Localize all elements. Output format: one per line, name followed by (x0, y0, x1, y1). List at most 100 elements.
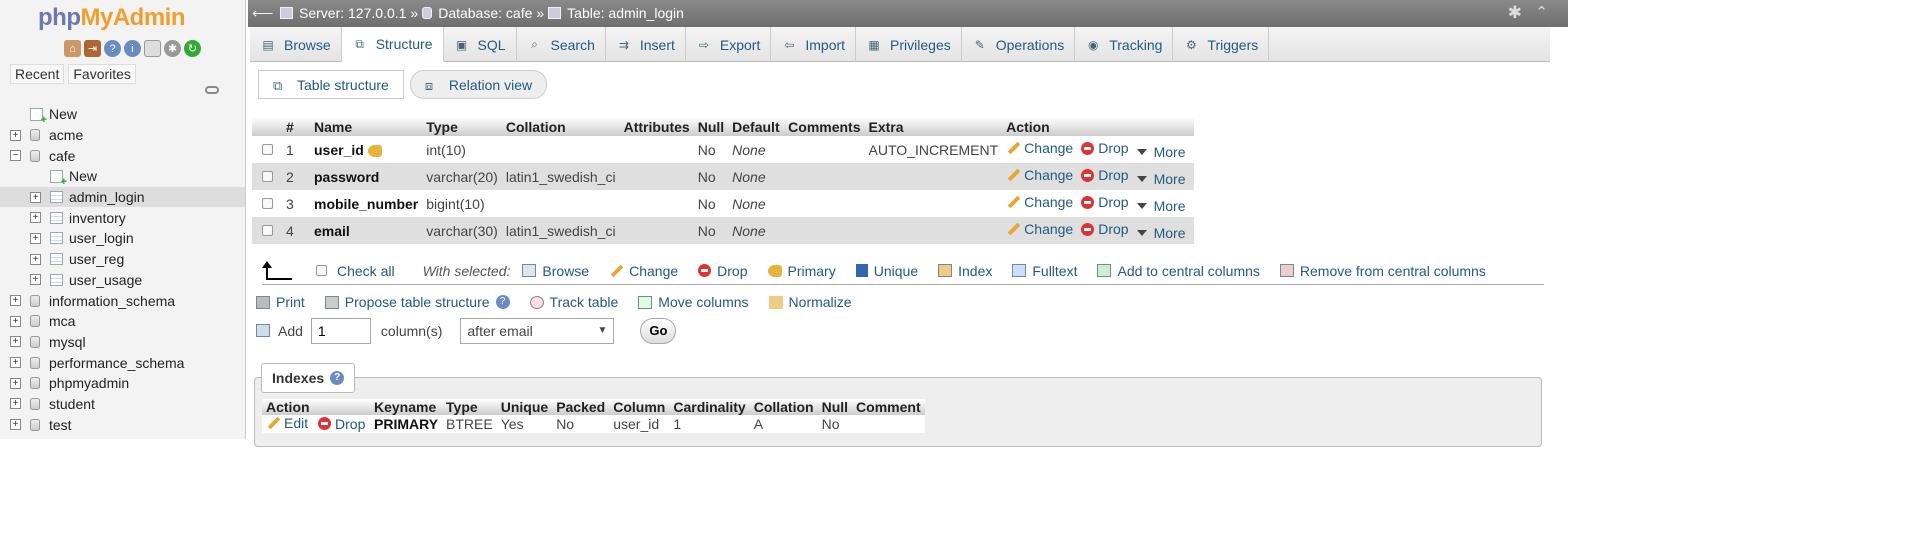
tree-label[interactable]: New (69, 168, 97, 184)
ws-browse-button[interactable]: Browse (522, 263, 589, 279)
tree-label[interactable]: phpmyadmin (49, 375, 129, 391)
expand-icon[interactable]: + (30, 232, 41, 244)
tab-sql[interactable]: ▣ SQL (444, 27, 517, 62)
relation-view-tab[interactable]: ⧈ Relation view (409, 70, 548, 99)
normalize-link[interactable]: Normalize (768, 294, 852, 310)
tree-label[interactable]: information_schema (49, 293, 175, 309)
index-drop-button[interactable]: Drop (318, 416, 365, 432)
tree-label[interactable]: student (49, 396, 95, 412)
row-checkbox[interactable] (261, 143, 273, 155)
tree-label[interactable]: cafe (49, 148, 75, 164)
header-name[interactable]: Name (310, 117, 423, 136)
tab-insert[interactable]: ⇉ Insert (606, 27, 686, 62)
tree-item-test[interactable]: + test (0, 414, 245, 435)
phpmyadmin-logo[interactable]: phpMyAdmin (38, 4, 185, 32)
change-button[interactable]: Change (1006, 140, 1073, 156)
drop-button[interactable]: Drop (1081, 140, 1129, 156)
more-button[interactable]: More (1136, 171, 1185, 187)
tree-label[interactable]: mysql (49, 334, 86, 350)
tree-label[interactable]: user_login (69, 230, 134, 246)
check-all-checkbox[interactable] (316, 265, 327, 276)
tab-export[interactable]: ⇨ Export (686, 27, 772, 62)
expand-icon[interactable]: + (10, 398, 21, 410)
tree-item-performance-schema[interactable]: + performance_schema (0, 352, 245, 373)
expand-icon[interactable]: + (10, 336, 21, 348)
expand-icon[interactable]: + (10, 315, 21, 327)
index-edit-button[interactable]: Edit (266, 415, 308, 431)
reload-icon[interactable]: ↻ (184, 40, 201, 57)
drop-button[interactable]: Drop (1081, 194, 1129, 210)
tree-label[interactable]: performance_schema (49, 355, 184, 371)
tree-item-admin-login[interactable]: + admin_login (0, 186, 245, 208)
tree-label[interactable]: admin_login (69, 189, 145, 205)
gear-icon[interactable]: ✱ (164, 40, 181, 57)
more-button[interactable]: More (1136, 144, 1185, 160)
tab-triggers[interactable]: ⚙ Triggers (1173, 27, 1270, 62)
tab-search[interactable]: ⌕ Search (517, 27, 606, 62)
docs-icon[interactable]: i (124, 40, 141, 57)
link-icon[interactable] (205, 86, 219, 94)
ws-primary-button[interactable]: Primary (767, 263, 836, 279)
tree-item-mca[interactable]: + mca (0, 311, 245, 332)
tree-label[interactable]: acme (49, 127, 83, 143)
go-button[interactable]: Go (640, 317, 677, 344)
collapse-icon[interactable]: − (10, 150, 21, 162)
header-extra[interactable]: Extra (864, 117, 1003, 136)
tree-label[interactable]: New (49, 106, 77, 122)
check-all-label[interactable]: Check all (337, 263, 395, 279)
page-icon[interactable] (144, 40, 161, 57)
expand-icon[interactable]: + (10, 377, 21, 389)
collapse-top-icon[interactable]: ⌃ (1535, 3, 1548, 21)
change-button[interactable]: Change (1006, 194, 1073, 210)
tree-item-mysql[interactable]: + mysql (0, 332, 245, 353)
ws-remove-central-button[interactable]: Remove from central columns (1279, 263, 1486, 279)
tree-item-inventory[interactable]: + inventory (0, 207, 245, 228)
column-position-select[interactable]: after email ▼ (460, 317, 615, 344)
change-button[interactable]: Change (1006, 167, 1073, 183)
move-columns-link[interactable]: Move columns (638, 294, 749, 310)
ws-unique-button[interactable]: Unique (855, 263, 918, 279)
ws-drop-button[interactable]: Drop (698, 263, 748, 279)
tab-structure[interactable]: ⧉ Structure (341, 27, 444, 62)
tree-item-user-reg[interactable]: + user_reg (0, 249, 245, 270)
tree-label[interactable]: inventory (69, 210, 126, 226)
tree-label[interactable]: user_usage (69, 272, 142, 288)
ws-add-central-button[interactable]: Add to central columns (1097, 263, 1260, 279)
expand-icon[interactable]: + (10, 357, 21, 369)
ws-fulltext-button[interactable]: Fulltext (1012, 263, 1077, 279)
tab-tracking[interactable]: ◉ Tracking (1075, 27, 1174, 62)
home-icon[interactable]: ⌂ (64, 40, 81, 57)
help-icon[interactable]: ? (330, 371, 345, 385)
expand-icon[interactable]: + (30, 212, 41, 224)
settings-gear-icon[interactable]: ✱ (1508, 3, 1522, 23)
tree-item-user-login[interactable]: + user_login (0, 228, 245, 249)
tree-label[interactable]: mca (49, 313, 75, 329)
header-collation[interactable]: Collation (501, 117, 620, 136)
tab-operations[interactable]: ✎ Operations (962, 27, 1076, 62)
tab-browse[interactable]: ▤ Browse (250, 27, 342, 62)
expand-icon[interactable]: + (30, 191, 41, 203)
row-checkbox[interactable] (261, 197, 273, 209)
tree-label[interactable]: test (49, 417, 72, 433)
breadcrumb-database[interactable]: Database: cafe (438, 5, 532, 21)
expand-icon[interactable]: + (30, 253, 41, 265)
breadcrumb-server[interactable]: Server: 127.0.0.1 (299, 5, 406, 21)
header-null[interactable]: Null (693, 117, 729, 136)
propose-structure-link[interactable]: Propose table structure? (324, 294, 510, 310)
more-button[interactable]: More (1136, 198, 1185, 214)
change-button[interactable]: Change (1006, 221, 1073, 237)
breadcrumb-table[interactable]: Table: admin_login (567, 5, 684, 21)
ws-index-button[interactable]: Index (938, 263, 992, 279)
tree-item-acme[interactable]: + acme (0, 125, 245, 146)
tree-item-user-usage[interactable]: + user_usage (0, 270, 245, 291)
print-link[interactable]: Print (256, 294, 305, 310)
row-checkbox[interactable] (261, 224, 273, 236)
tab-privileges[interactable]: ▦ Privileges (856, 27, 962, 62)
tree-item-cafe[interactable]: − cafe (0, 145, 245, 166)
tree-item-information-schema[interactable]: + information_schema (0, 290, 245, 311)
help-icon[interactable]: ? (495, 295, 510, 309)
track-table-link[interactable]: Track table (529, 294, 618, 310)
expand-icon[interactable]: + (10, 295, 21, 307)
recent-tab[interactable]: Recent (10, 64, 65, 84)
tree-label[interactable]: user_reg (69, 251, 124, 267)
